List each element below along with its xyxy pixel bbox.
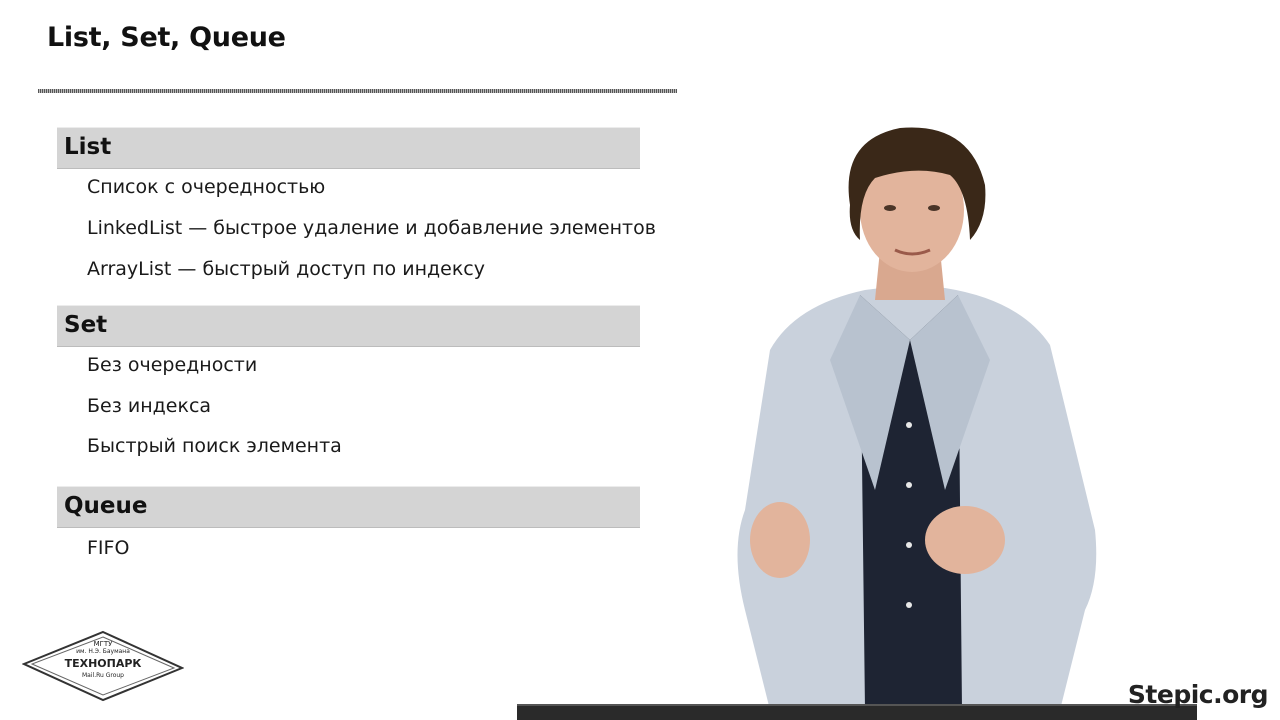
- logo-line-4: Mail.Ru Group: [82, 672, 124, 679]
- slide-title: List, Set, Queue: [47, 22, 286, 53]
- section-header-label: Set: [64, 312, 108, 338]
- list-item: LinkedList — быстрое удаление и добавлен…: [87, 217, 656, 239]
- presenter-figure: [700, 110, 1140, 710]
- logo-line-2: им. Н.Э. Баумана: [76, 648, 130, 655]
- section-header-list: List: [57, 127, 640, 169]
- list-item: ArrayList — быстрый доступ по индексу: [87, 258, 485, 280]
- list-item: Без индекса: [87, 395, 212, 417]
- desk-edge: [517, 704, 1197, 720]
- section-header-set: Set: [57, 305, 640, 347]
- section-header-label: List: [64, 134, 112, 160]
- technopark-logo: МГТУ им. Н.Э. Баумана ТЕХНОПАРК Mail.Ru …: [21, 630, 185, 702]
- list-item: Быстрый поиск элемента: [87, 435, 342, 457]
- section-header-queue: Queue: [57, 486, 640, 528]
- list-item: FIFO: [87, 537, 130, 559]
- section-header-label: Queue: [64, 493, 148, 519]
- logo-line-3: ТЕХНОПАРК: [64, 657, 142, 670]
- logo-line-1: МГТУ: [93, 640, 113, 648]
- list-item: Без очередности: [87, 354, 258, 376]
- title-divider: [38, 89, 677, 93]
- stepic-watermark: Stepic.org: [1127, 680, 1269, 709]
- list-item: Список с очередностью: [87, 176, 326, 198]
